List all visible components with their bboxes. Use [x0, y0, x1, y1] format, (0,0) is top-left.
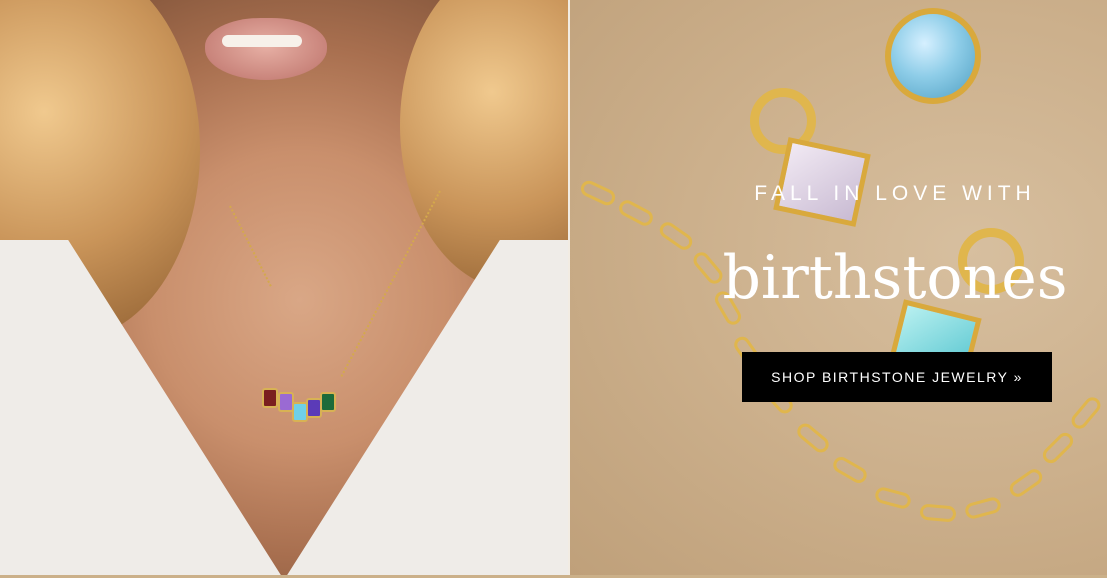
chain-link-icon	[1039, 429, 1077, 467]
necklace-chain-right	[340, 190, 441, 377]
hero-headline: FALL IN LOVE WITH	[754, 182, 1036, 205]
blue-topaz-charm-icon	[885, 8, 981, 104]
chain-link-icon	[1006, 466, 1046, 500]
chain-link-icon	[919, 503, 957, 523]
chain-link-icon	[1068, 394, 1104, 432]
garnet-charm-icon	[262, 388, 278, 408]
necklace-chain-left	[229, 205, 272, 287]
emerald-charm-icon	[320, 392, 336, 412]
chain-link-icon	[616, 197, 656, 229]
chain-link-icon	[830, 454, 870, 486]
chain-link-icon	[578, 178, 618, 208]
hero-title: birthstones	[722, 243, 1068, 313]
chain-link-icon	[794, 420, 832, 456]
chain-link-icon	[963, 495, 1003, 521]
lips	[205, 18, 327, 80]
chain-link-icon	[656, 219, 696, 253]
teeth	[222, 35, 302, 47]
shop-birthstone-jewelry-button[interactable]: SHOP BIRTHSTONE JEWELRY »	[742, 352, 1052, 402]
chain-link-icon	[873, 485, 913, 511]
model-necklace-image	[0, 0, 568, 575]
hero-banner: FALL IN LOVE WITH birthstones SHOP BIRTH…	[0, 0, 1107, 578]
